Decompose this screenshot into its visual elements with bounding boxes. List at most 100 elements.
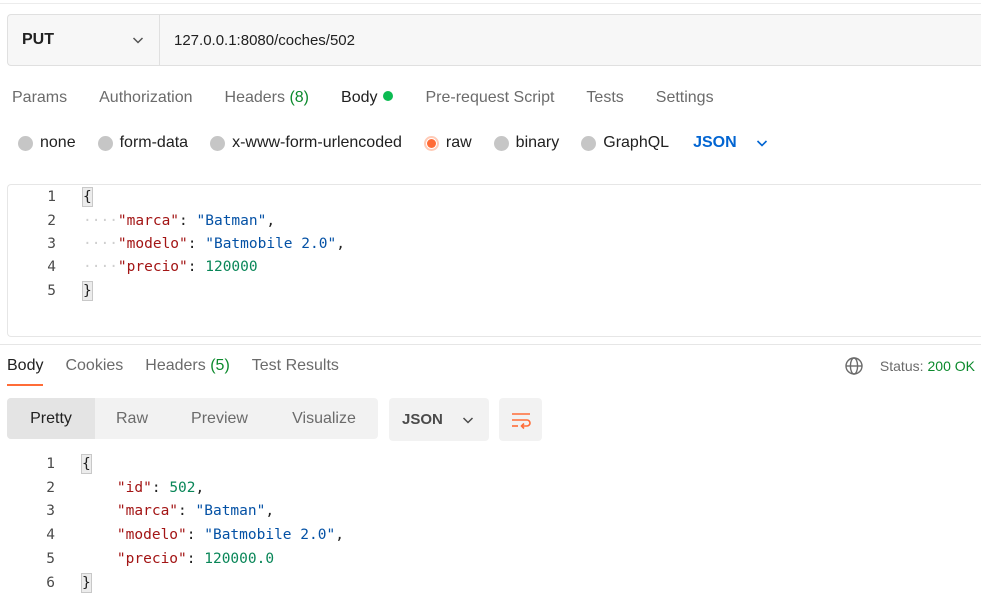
tab-label: Authorization bbox=[99, 89, 193, 106]
request-tabs: Params Authorization Headers (8) Body Pr… bbox=[12, 86, 746, 114]
line-number: 5 bbox=[47, 283, 56, 299]
code-line: ····"marca": "Batman", bbox=[83, 209, 275, 233]
line-number: 4 bbox=[46, 527, 55, 543]
radio-button[interactable] bbox=[97, 135, 113, 151]
line-number: 4 bbox=[47, 259, 56, 275]
line-number: 2 bbox=[46, 480, 55, 496]
code-line: ····"precio": 120000 bbox=[83, 255, 258, 279]
tab-headers[interactable]: Headers (8) bbox=[225, 86, 310, 114]
json-value: 502 bbox=[169, 480, 196, 496]
json-separator: : bbox=[151, 480, 170, 496]
tab-authorization[interactable]: Authorization bbox=[99, 86, 192, 114]
json-comma: , bbox=[335, 527, 344, 543]
url-input[interactable]: 127.0.0.1:8080/coches/502 bbox=[160, 15, 981, 65]
line-number: 1 bbox=[46, 456, 55, 472]
json-key: "precio" bbox=[117, 259, 188, 275]
raw-language-select[interactable]: JSON bbox=[693, 134, 769, 152]
response-body-viewer: 1 2 3 4 5 6 { "id": 502, "marca": "Batma… bbox=[7, 452, 981, 597]
tab-label: Settings bbox=[655, 89, 714, 106]
radio-button[interactable] bbox=[493, 135, 509, 151]
code-line: "marca": "Batman", bbox=[82, 499, 274, 523]
tab-params[interactable]: Params bbox=[12, 86, 67, 114]
code-line: "modelo": "Batmobile 2.0", bbox=[82, 523, 344, 547]
response-status: Status: 200 OK bbox=[844, 356, 975, 376]
tab-label: Body bbox=[341, 89, 378, 106]
view-raw[interactable]: Raw bbox=[95, 398, 169, 439]
json-comma: , bbox=[336, 236, 345, 252]
wrap-lines-button[interactable] bbox=[499, 398, 542, 441]
status-value[interactable]: 200 OK bbox=[928, 358, 975, 374]
line-number: 3 bbox=[46, 503, 55, 519]
pane-divider[interactable] bbox=[0, 344, 981, 345]
chevron-down-icon bbox=[132, 37, 144, 44]
json-value: "Batman" bbox=[195, 503, 266, 519]
response-tabs: Body Cookies Headers (5) Test Results bbox=[7, 354, 361, 386]
json-separator: : bbox=[178, 503, 196, 519]
json-separator: : bbox=[179, 213, 197, 229]
code-line: } bbox=[82, 279, 93, 303]
radio-label: binary bbox=[515, 134, 560, 151]
radio-label: raw bbox=[445, 134, 472, 151]
json-value: "Batman" bbox=[196, 213, 267, 229]
line-number: 3 bbox=[47, 236, 56, 252]
response-tab-test-results[interactable]: Test Results bbox=[252, 354, 339, 386]
view-pretty[interactable]: Pretty bbox=[7, 398, 95, 439]
tab-tests[interactable]: Tests bbox=[586, 86, 623, 114]
wrap-lines-icon bbox=[511, 412, 531, 429]
json-separator: : bbox=[187, 236, 206, 252]
json-value: "Batmobile 2.0" bbox=[205, 236, 337, 252]
json-key: "marca" bbox=[116, 503, 179, 519]
tab-label: Test Results bbox=[251, 357, 339, 374]
radio-x-www-form-urlencoded[interactable]: x-www-form-urlencoded bbox=[210, 134, 402, 152]
code-line: } bbox=[81, 571, 92, 595]
radio-button[interactable] bbox=[581, 135, 597, 151]
body-indicator-dot bbox=[383, 91, 394, 101]
radio-label: none bbox=[40, 134, 76, 151]
view-visualize[interactable]: Visualize bbox=[270, 398, 378, 439]
radio-none[interactable]: none bbox=[18, 134, 76, 152]
radio-button-selected[interactable] bbox=[423, 135, 439, 151]
indent-guide: ···· bbox=[83, 236, 118, 252]
chevron-down-icon bbox=[462, 416, 473, 424]
tab-label: Headers bbox=[224, 89, 285, 106]
radio-button[interactable] bbox=[210, 135, 226, 151]
format-label: JSON bbox=[402, 411, 443, 428]
radio-button[interactable] bbox=[18, 135, 33, 151]
radio-binary[interactable]: binary bbox=[493, 134, 560, 152]
json-key: "marca" bbox=[117, 213, 180, 229]
response-tab-cookies[interactable]: Cookies bbox=[65, 354, 123, 386]
radio-graphql[interactable]: GraphQL bbox=[581, 134, 669, 152]
response-view-switcher: Pretty Raw Preview Visualize bbox=[7, 398, 378, 439]
indent-guide: ···· bbox=[83, 259, 118, 275]
json-separator: : bbox=[186, 527, 205, 543]
tab-pre-request-script[interactable]: Pre-request Script bbox=[425, 86, 554, 114]
url-text: 127.0.0.1:8080/coches/502 bbox=[174, 31, 355, 49]
code-line: "id": 502, bbox=[82, 476, 204, 500]
radio-raw[interactable]: raw bbox=[423, 134, 472, 152]
response-tab-headers[interactable]: Headers (5) bbox=[145, 354, 230, 386]
tab-settings[interactable]: Settings bbox=[656, 86, 714, 114]
json-separator: : bbox=[186, 551, 205, 567]
json-value: "Batmobile 2.0" bbox=[204, 527, 336, 543]
view-preview[interactable]: Preview bbox=[169, 398, 270, 439]
response-tab-body[interactable]: Body bbox=[7, 354, 44, 386]
request-body-editor[interactable]: 1 2 3 4 5 { ····"marca": "Batman", ····"… bbox=[7, 184, 981, 337]
radio-form-data[interactable]: form-data bbox=[97, 134, 189, 152]
tab-label: Pre-request Script bbox=[425, 89, 555, 106]
tab-body[interactable]: Body bbox=[341, 86, 394, 114]
chevron-down-icon bbox=[756, 140, 767, 147]
json-comma: , bbox=[266, 213, 276, 229]
globe-icon[interactable] bbox=[844, 356, 864, 376]
json-open-brace: { bbox=[81, 454, 92, 474]
code-line: "precio": 120000.0 bbox=[82, 547, 274, 571]
method-select[interactable]: PUT bbox=[8, 15, 160, 65]
response-format-select[interactable]: JSON bbox=[389, 398, 489, 441]
tab-label: Tests bbox=[586, 89, 624, 106]
line-number: 1 bbox=[47, 189, 56, 205]
language-label: JSON bbox=[693, 134, 737, 151]
radio-label: form-data bbox=[119, 134, 189, 151]
indent-guide: ···· bbox=[83, 213, 118, 229]
